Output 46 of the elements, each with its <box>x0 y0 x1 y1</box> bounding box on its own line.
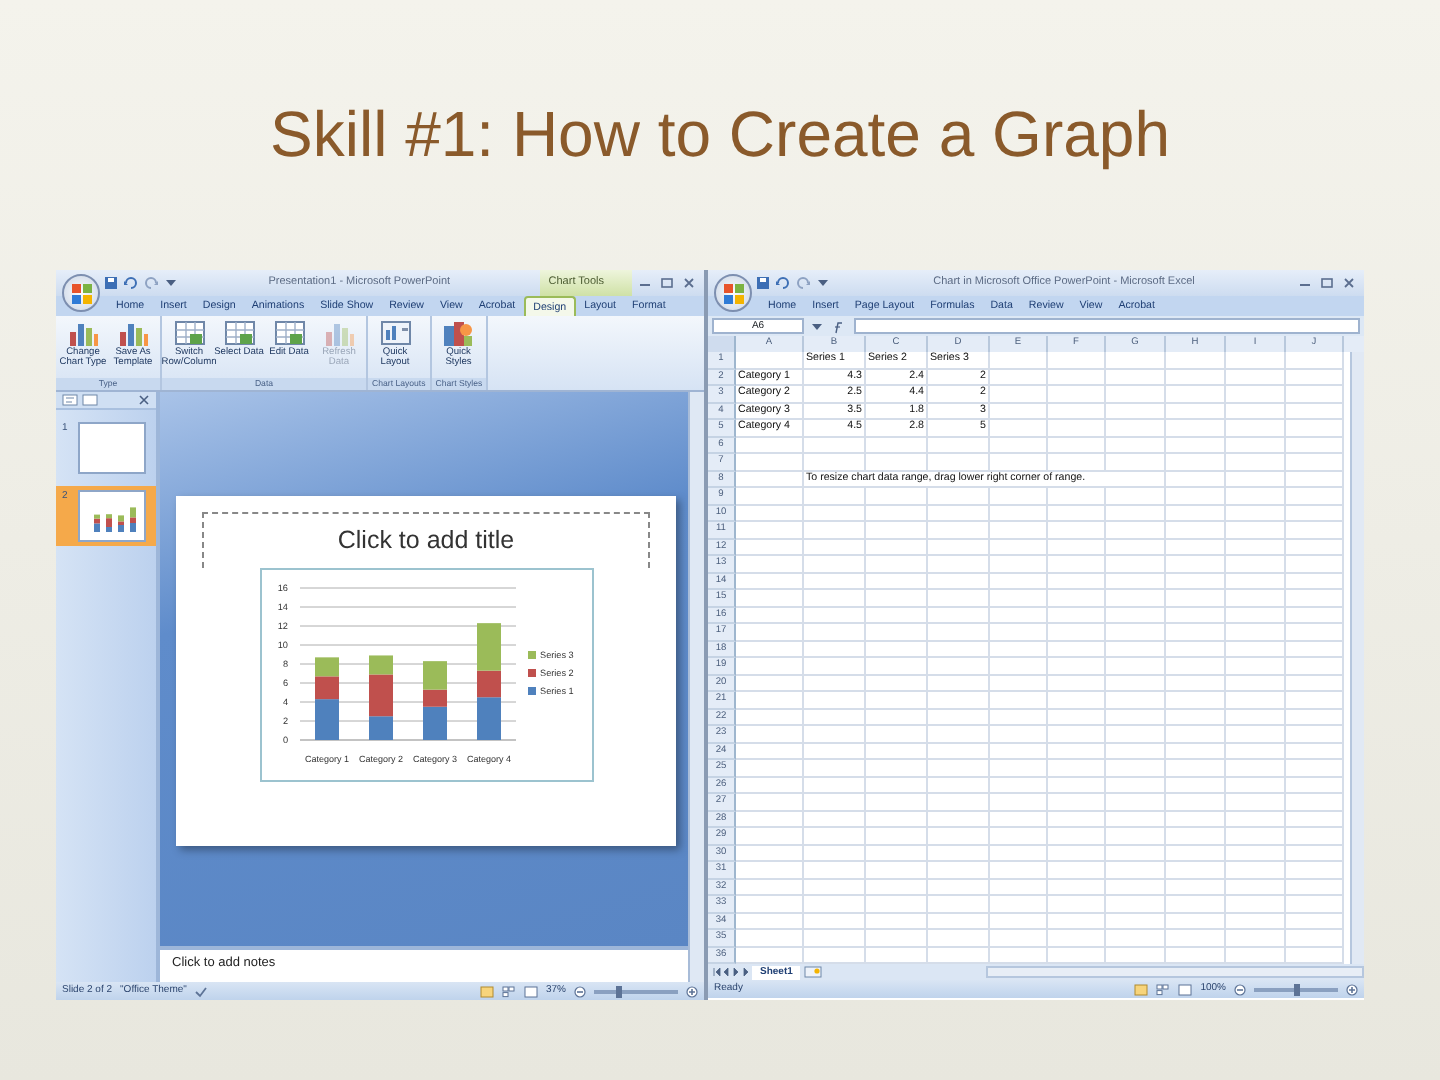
save-icon[interactable] <box>104 276 118 290</box>
palette-icon <box>442 318 475 348</box>
function-icon[interactable] <box>830 319 848 333</box>
chart-icon <box>323 318 355 348</box>
maximize-icon[interactable] <box>660 276 674 290</box>
outline-tab-icon[interactable] <box>62 394 78 406</box>
office-logo <box>69 281 93 305</box>
slide-thumbnail[interactable] <box>78 490 146 542</box>
maximize-icon[interactable] <box>1320 276 1334 290</box>
close-icon[interactable] <box>1342 276 1356 290</box>
undo-icon[interactable] <box>776 276 790 290</box>
chart-icon <box>117 318 149 348</box>
sorter-view-icon[interactable] <box>1156 983 1171 995</box>
horizontal-scrollbar[interactable] <box>986 966 1364 978</box>
slide-thumbnail[interactable] <box>78 422 146 474</box>
sorter-view-icon[interactable] <box>501 985 516 997</box>
insert-sheet-icon[interactable] <box>804 966 823 978</box>
save-icon[interactable] <box>756 276 770 290</box>
slider-thumb[interactable] <box>1293 983 1299 995</box>
close-icon[interactable] <box>138 394 150 406</box>
formula-field[interactable] <box>854 318 1360 334</box>
redo-icon[interactable] <box>796 276 810 290</box>
vertical-scrollbar[interactable] <box>1350 352 1364 964</box>
sheet-navigation-icon[interactable] <box>712 966 748 978</box>
page-view-icon[interactable] <box>1178 983 1193 995</box>
redo-icon[interactable] <box>144 276 158 290</box>
layout-icon <box>379 318 411 348</box>
caret-icon[interactable] <box>816 276 830 290</box>
vertical-scrollbar[interactable] <box>688 392 704 982</box>
office-logo <box>721 281 745 305</box>
undo-icon[interactable] <box>124 276 138 290</box>
caret-icon[interactable] <box>164 276 178 290</box>
zoom-out-icon[interactable] <box>574 985 586 997</box>
slide-title: Skill #1: How to Create a Graph <box>270 96 1170 174</box>
page-view-icon[interactable] <box>523 985 538 997</box>
normal-view-icon[interactable] <box>479 985 494 997</box>
zoom-in-icon[interactable] <box>1346 983 1358 995</box>
slides-tab-icon[interactable] <box>82 394 98 406</box>
select-all-corner[interactable] <box>708 336 736 352</box>
spellcheck-icon[interactable] <box>194 985 209 997</box>
zoom-out-icon[interactable] <box>1234 983 1246 995</box>
zoom-in-icon[interactable] <box>686 985 698 997</box>
chart-icon <box>67 318 99 348</box>
slider-thumb[interactable] <box>616 985 623 997</box>
close-icon[interactable] <box>682 276 696 290</box>
normal-view-icon[interactable] <box>1134 983 1149 995</box>
